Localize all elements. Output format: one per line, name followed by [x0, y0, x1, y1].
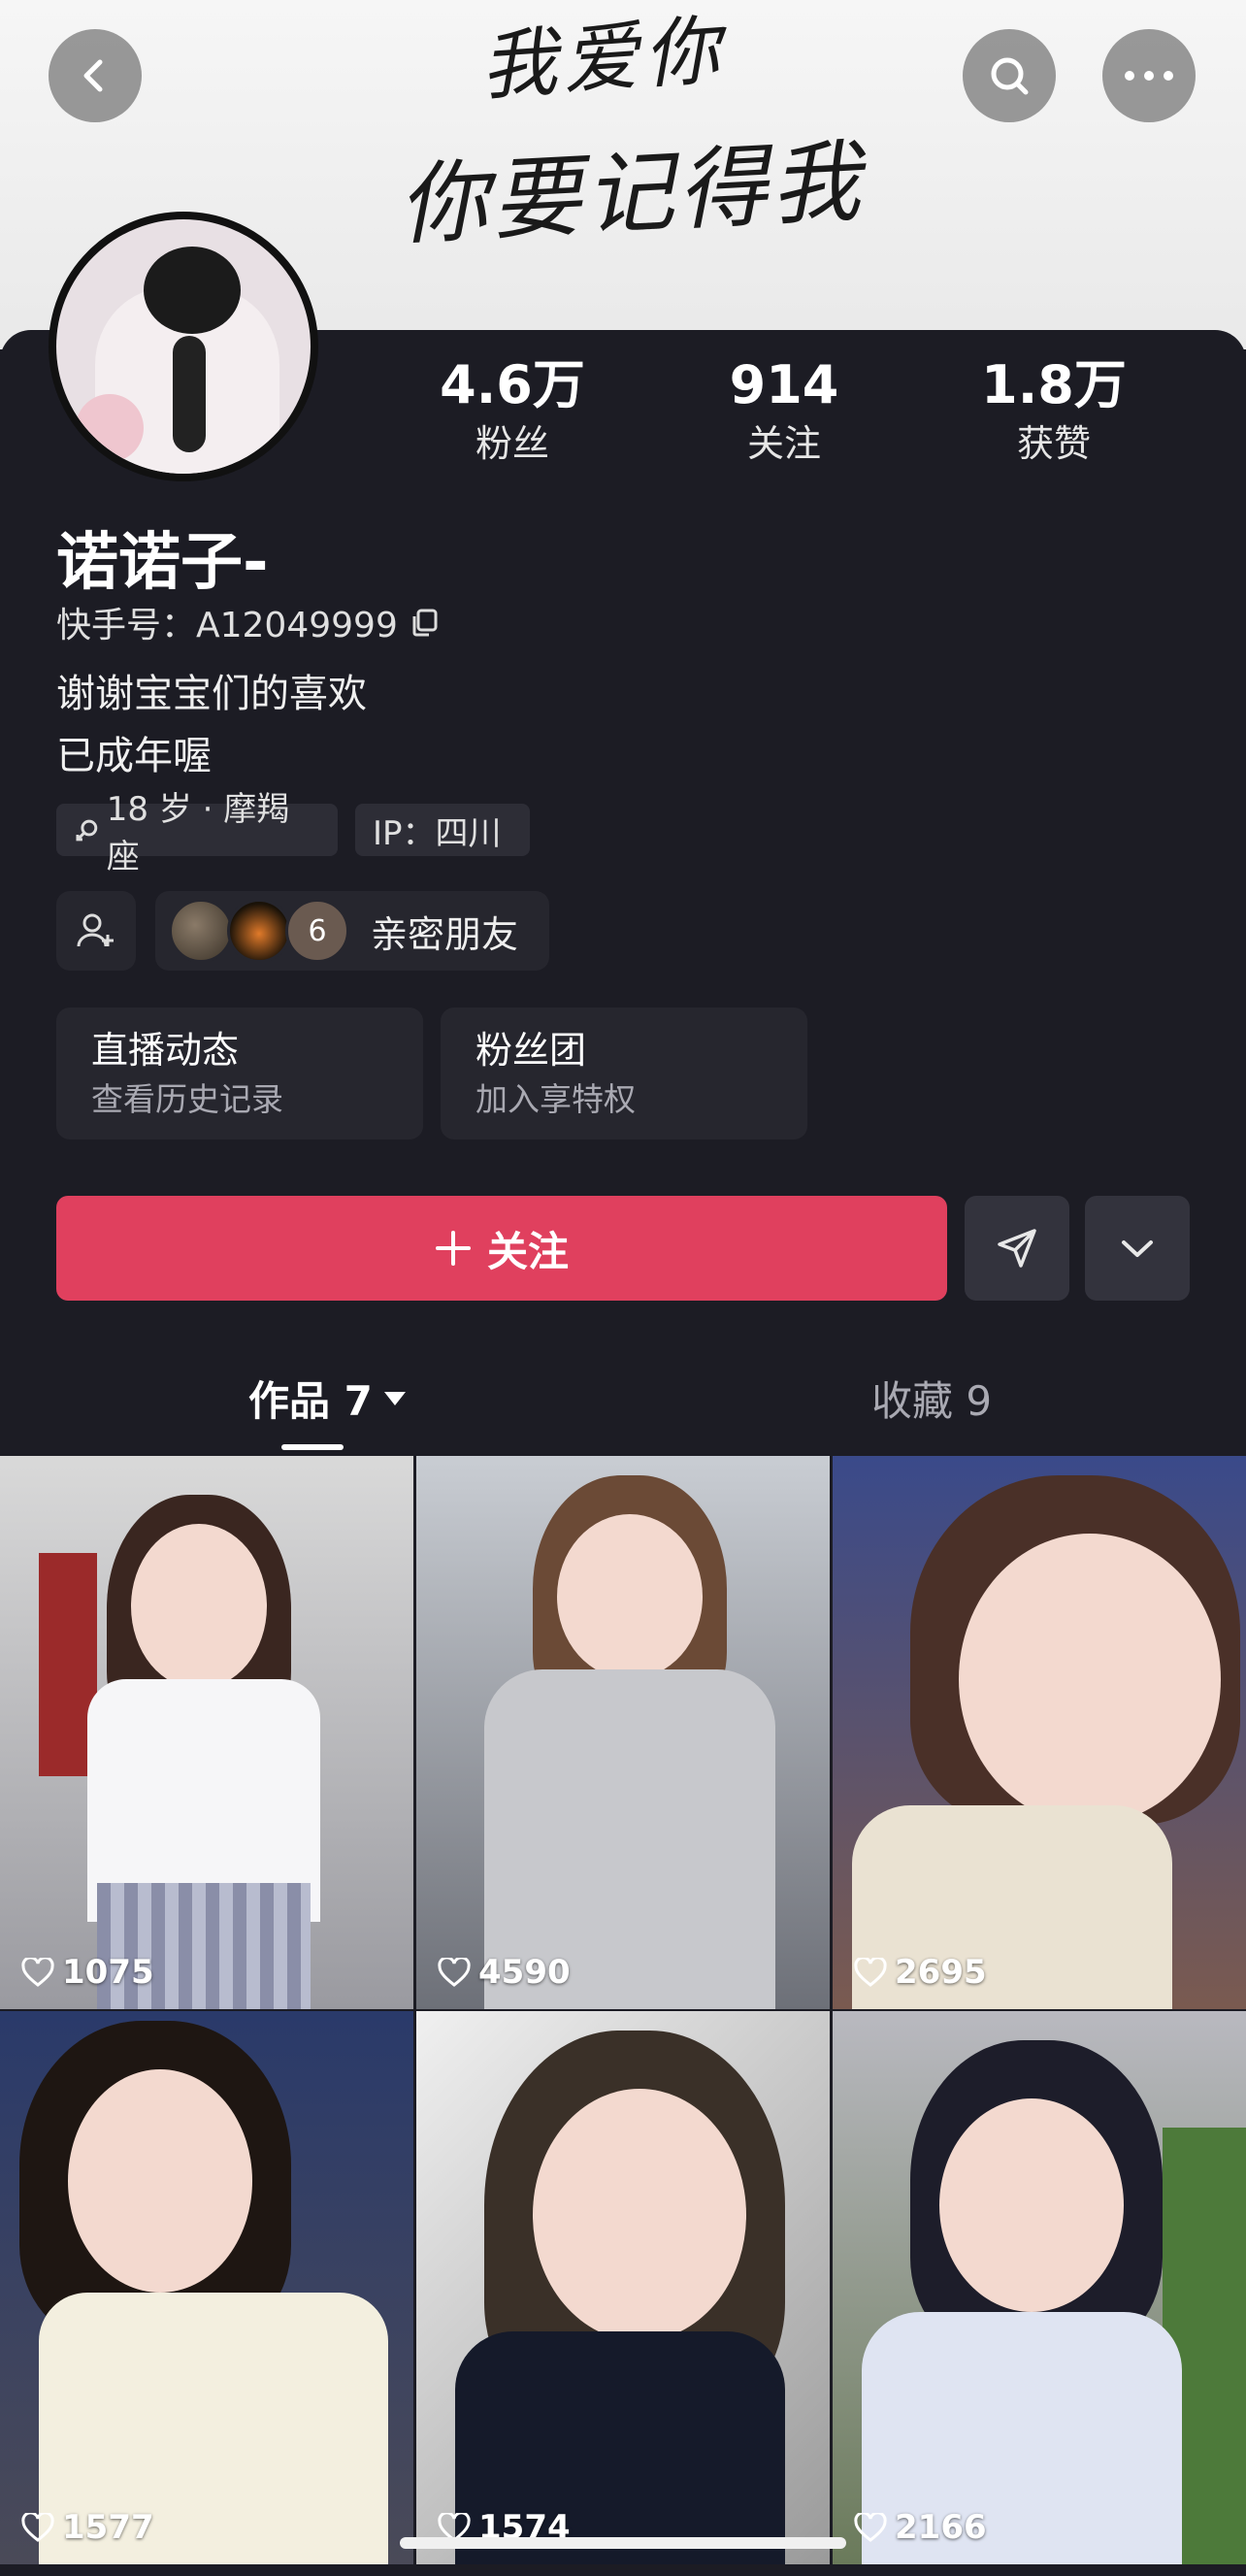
video-thumbnail[interactable]: 4590	[416, 1456, 830, 2009]
tab-works[interactable]: 作品 7	[248, 1369, 408, 1428]
like-count: 1075	[21, 1953, 154, 1992]
friend-avatar	[227, 899, 291, 963]
banner-text-line2: 你要记得我	[395, 129, 867, 258]
card-subtitle: 加入享特权	[475, 1080, 636, 1118]
send-message-button[interactable]	[965, 1196, 1069, 1301]
tab-favorites-label: 收藏 9	[871, 1377, 993, 1425]
bio-line-2: 已成年喔	[56, 734, 212, 778]
like-count-text: 1577	[62, 2508, 154, 2547]
fan-club-card[interactable]: 粉丝团 加入享特权	[441, 1007, 807, 1139]
face-shape	[68, 2069, 252, 2293]
card-title: 直播动态	[91, 1029, 240, 1072]
search-icon	[991, 57, 1029, 95]
stat-label: 获赞	[1016, 422, 1091, 465]
tab-favorites[interactable]: 收藏 9	[871, 1369, 992, 1428]
video-thumbnail[interactable]: 1574	[416, 2011, 830, 2564]
friend-count: 6	[285, 899, 349, 963]
close-friends-button[interactable]: 6 亲密朋友	[155, 891, 549, 971]
like-count: 2695	[854, 1953, 987, 1992]
like-count: 2166	[854, 2508, 987, 2547]
like-count-text: 2166	[895, 2508, 987, 2547]
like-count: 4590	[438, 1953, 571, 1992]
more-dots-icon	[1125, 71, 1173, 81]
stat-label: 粉丝	[475, 422, 549, 465]
face-shape	[939, 2098, 1124, 2312]
live-history-card[interactable]: 直播动态 查看历史记录	[56, 1007, 423, 1139]
like-count-text: 4590	[478, 1953, 571, 1992]
like-count-text: 1075	[62, 1953, 154, 1992]
tag-age-zodiac: 18 岁 · 摩羯座	[56, 790, 338, 876]
stat-value: 1.8万	[981, 354, 1127, 415]
tag-ip-text: IP：四川	[373, 813, 502, 853]
back-button[interactable]	[49, 29, 142, 122]
stat-label: 关注	[746, 422, 821, 465]
caret-down-icon	[383, 1391, 406, 1405]
video-thumbnail[interactable]: 1075	[0, 1456, 413, 2009]
video-thumbnail[interactable]: 2695	[833, 1456, 1246, 2009]
stat-fans[interactable]: 4.6万 粉丝	[406, 351, 619, 468]
bio-line-1: 谢谢宝宝们的喜欢	[56, 672, 367, 716]
add-user-icon	[77, 913, 114, 947]
more-button[interactable]	[1102, 29, 1196, 122]
home-indicator[interactable]	[400, 2537, 846, 2549]
stat-value: 4.6万	[440, 354, 585, 415]
banner-text-line1: 我爱你	[477, 7, 729, 112]
tag-ip: IP：四川	[355, 804, 530, 856]
expand-button[interactable]	[1085, 1196, 1190, 1301]
close-friends-label: 亲密朋友	[371, 912, 519, 956]
heart-icon	[438, 1958, 471, 1987]
card-subtitle: 查看历史记录	[91, 1080, 283, 1118]
face-shape	[959, 1534, 1221, 1825]
add-friend-button[interactable]	[56, 891, 136, 971]
tab-works-label: 作品 7	[248, 1377, 373, 1425]
video-thumbnail[interactable]: 2166	[833, 2011, 1246, 2564]
send-icon	[998, 1229, 1036, 1268]
search-button[interactable]	[963, 29, 1056, 122]
avatar[interactable]	[49, 212, 318, 481]
heart-icon	[21, 2513, 54, 2542]
heart-icon	[21, 1958, 54, 1987]
friend-avatar	[169, 899, 233, 963]
like-count: 1577	[21, 2508, 154, 2547]
video-thumbnail[interactable]: 1577	[0, 2011, 413, 2564]
stat-value: 914	[729, 354, 839, 415]
stat-likes[interactable]: 1.8万 获赞	[947, 351, 1161, 468]
plus-icon	[435, 1231, 471, 1266]
stat-following[interactable]: 914 关注	[677, 351, 891, 468]
face-shape	[131, 1524, 267, 1689]
face-shape	[533, 2089, 746, 2341]
card-title: 粉丝团	[475, 1029, 587, 1072]
face-shape	[557, 1514, 703, 1679]
kuaishou-id-row[interactable]: 快手号：A12049999	[56, 597, 441, 647]
follow-button[interactable]: 关注	[56, 1196, 947, 1301]
chevron-left-icon	[83, 59, 103, 92]
like-count-text: 2695	[895, 1953, 987, 1992]
kuaishou-id: 快手号：A12049999	[56, 606, 398, 645]
gender-icon	[76, 819, 98, 842]
heart-icon	[854, 2513, 887, 2542]
copy-icon[interactable]	[410, 607, 441, 638]
video-grid: 1075 4590 2695 1577 1574 2166	[0, 1456, 1246, 2576]
follow-label: 关注	[486, 1227, 569, 1275]
tag-age-text: 18 岁 · 摩羯座	[106, 790, 290, 876]
heart-icon	[854, 1958, 887, 1987]
chevron-down-icon	[1122, 1240, 1153, 1257]
tab-indicator	[281, 1444, 344, 1450]
profile-name: 诺诺子-	[56, 527, 269, 599]
